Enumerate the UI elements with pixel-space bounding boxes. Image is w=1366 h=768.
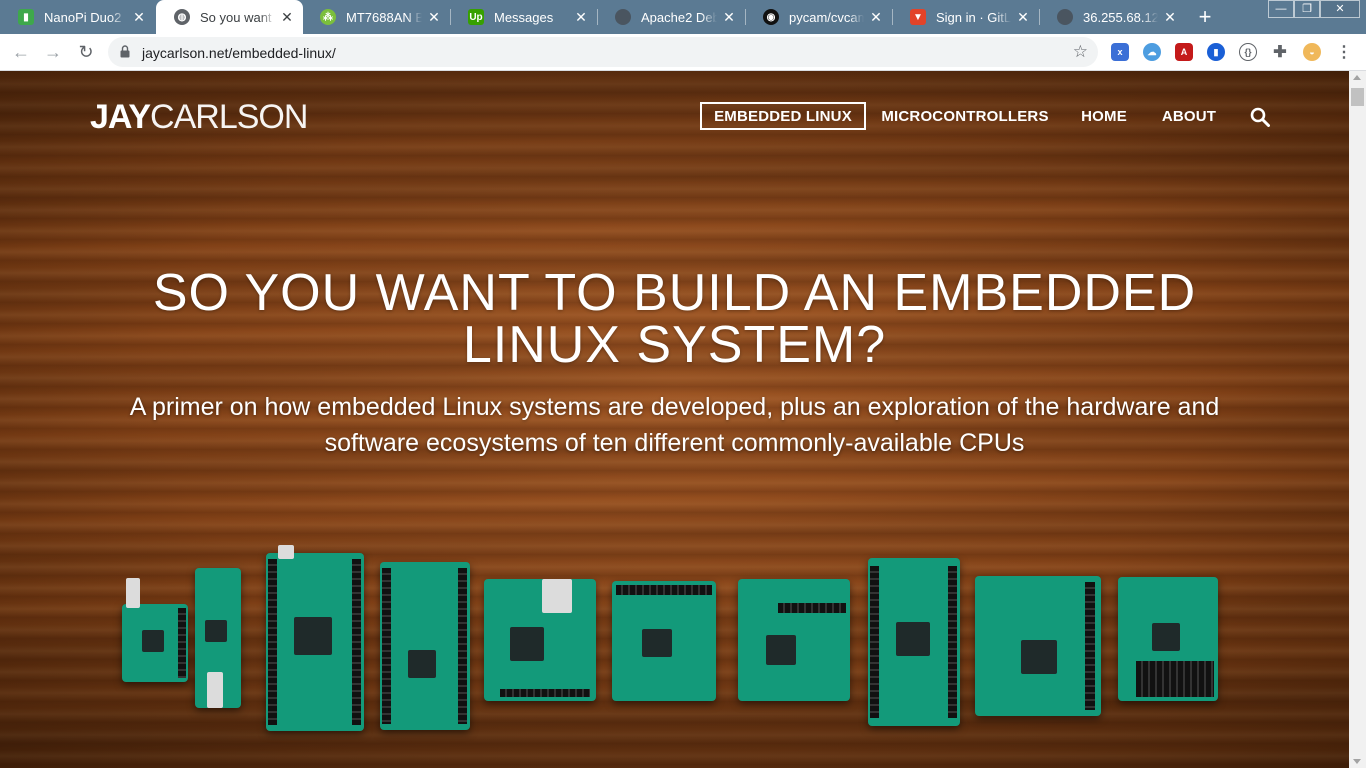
dev-board-image	[484, 579, 596, 701]
close-icon[interactable]: ✕	[279, 9, 295, 25]
globe-icon	[615, 9, 631, 25]
dev-board-image	[380, 562, 470, 730]
bookmark-star-icon[interactable]: ☆	[1073, 42, 1088, 62]
hero-title: SO YOU WANT TO BUILD AN EMBEDDED LINUX S…	[60, 267, 1289, 371]
tab-7[interactable]: 36.255.68.127/p ✕	[1039, 0, 1186, 34]
menu-kebab-icon[interactable]: ⋮	[1335, 43, 1353, 61]
tab-2[interactable]: ⁂ MT7688AN BIT ✕	[302, 0, 450, 34]
tab-3[interactable]: Up Messages ✕	[450, 0, 597, 34]
url-text: jaycarlson.net/embedded-linux/	[142, 45, 336, 61]
globe-icon: ◍	[174, 9, 190, 25]
maximize-button[interactable]: ❐	[1294, 0, 1320, 18]
hero-subtitle: A primer on how embedded Linux systems a…	[60, 389, 1289, 461]
github-icon: ◉	[763, 9, 779, 25]
reload-button[interactable]: ↻	[72, 38, 100, 66]
gitlab-icon: ▼	[910, 9, 926, 25]
tab-title: pycam/cvcam0	[789, 9, 864, 25]
minimize-button[interactable]: —	[1268, 0, 1294, 18]
dev-board-image	[868, 558, 960, 726]
profile-avatar-icon[interactable]: ◒	[1303, 43, 1321, 61]
nav-about[interactable]: ABOUT	[1156, 102, 1222, 130]
site-logo[interactable]: JAYCARLSON	[90, 98, 308, 136]
dev-board-image	[975, 576, 1101, 716]
tab-strip: ▮ NanoPi Duo2 ✕ ◍ So you want to ✕ ⁂ MT7…	[0, 0, 1366, 34]
tab-1[interactable]: ◍ So you want to ✕	[156, 0, 303, 34]
leaf-icon: ⁂	[320, 9, 336, 25]
scroll-up-icon[interactable]	[1353, 75, 1361, 80]
tab-title: NanoPi Duo2	[44, 9, 122, 25]
close-window-button[interactable]: ✕	[1320, 0, 1360, 18]
bitwarden-icon[interactable]: ▮	[1207, 43, 1225, 61]
nav-embedded-linux[interactable]: EMBEDDED LINUX	[700, 102, 866, 130]
close-icon[interactable]: ✕	[573, 9, 589, 25]
scrollbar-thumb[interactable]	[1351, 88, 1364, 106]
vertical-scrollbar[interactable]	[1349, 71, 1366, 768]
dev-board-image	[122, 578, 188, 682]
hero-title-line: LINUX SYSTEM?	[462, 316, 887, 374]
dev-board-image	[612, 581, 716, 701]
logo-bold-text: JAY	[90, 98, 151, 136]
nav-home[interactable]: HOME	[1074, 102, 1134, 130]
tab-title: 36.255.68.127/p	[1083, 9, 1158, 25]
close-icon[interactable]: ✕	[721, 9, 737, 25]
tab-title: So you want to	[200, 9, 275, 25]
search-icon[interactable]	[1250, 107, 1270, 127]
hero-title-line: SO YOU WANT TO BUILD AN EMBEDDED	[152, 264, 1197, 322]
nav-microcontrollers[interactable]: MICROCONTROLLERS	[880, 102, 1050, 130]
upwork-icon: Up	[468, 9, 484, 25]
extension-xmrt-icon[interactable]: x	[1111, 43, 1129, 61]
close-icon[interactable]: ✕	[131, 9, 147, 25]
close-icon[interactable]: ✕	[426, 9, 442, 25]
dev-board-image	[738, 579, 850, 701]
hero-subtitle-line: A primer on how embedded Linux systems a…	[129, 393, 1220, 421]
dev-board-image	[266, 545, 364, 731]
nanopi-icon: ▮	[18, 9, 34, 25]
tab-6[interactable]: ▼ Sign in · GitLab ✕	[892, 0, 1039, 34]
browser-toolbar: ← → ↻ jaycarlson.net/embedded-linux/ ☆ x…	[0, 34, 1366, 71]
globe-icon	[1057, 9, 1073, 25]
tab-4[interactable]: Apache2 Debia ✕	[597, 0, 745, 34]
dev-board-image	[1118, 577, 1218, 701]
back-button[interactable]: ←	[7, 38, 35, 66]
json-viewer-icon[interactable]: {}	[1239, 43, 1257, 61]
tab-0[interactable]: ▮ NanoPi Duo2 ✕	[0, 0, 155, 34]
acrobat-icon[interactable]: A	[1175, 43, 1193, 61]
hero-subtitle-line: software ecosystems of ten different com…	[324, 429, 1025, 457]
tab-title: Apache2 Debia	[641, 9, 717, 25]
new-tab-button[interactable]: +	[1193, 5, 1217, 29]
page-hero: JAYCARLSON EMBEDDED LINUX MICROCONTROLLE…	[0, 71, 1349, 768]
tab-5[interactable]: ◉ pycam/cvcam0 ✕	[745, 0, 892, 34]
tab-title: MT7688AN BIT	[346, 9, 422, 25]
cloud-icon[interactable]: ☁	[1143, 43, 1161, 61]
lock-icon	[120, 45, 130, 58]
logo-thin-text: CARLSON	[150, 98, 308, 136]
close-icon[interactable]: ✕	[868, 9, 884, 25]
extensions-puzzle-icon[interactable]: ✚	[1271, 43, 1289, 61]
close-icon[interactable]: ✕	[1162, 9, 1178, 25]
address-bar[interactable]: jaycarlson.net/embedded-linux/ ☆	[108, 37, 1098, 67]
close-icon[interactable]: ✕	[1015, 9, 1031, 25]
scroll-down-icon[interactable]	[1353, 759, 1361, 764]
tab-title: Sign in · GitLab	[936, 9, 1011, 25]
tab-title: Messages	[494, 9, 554, 25]
dev-board-image	[195, 568, 241, 708]
forward-button[interactable]: →	[39, 38, 67, 66]
